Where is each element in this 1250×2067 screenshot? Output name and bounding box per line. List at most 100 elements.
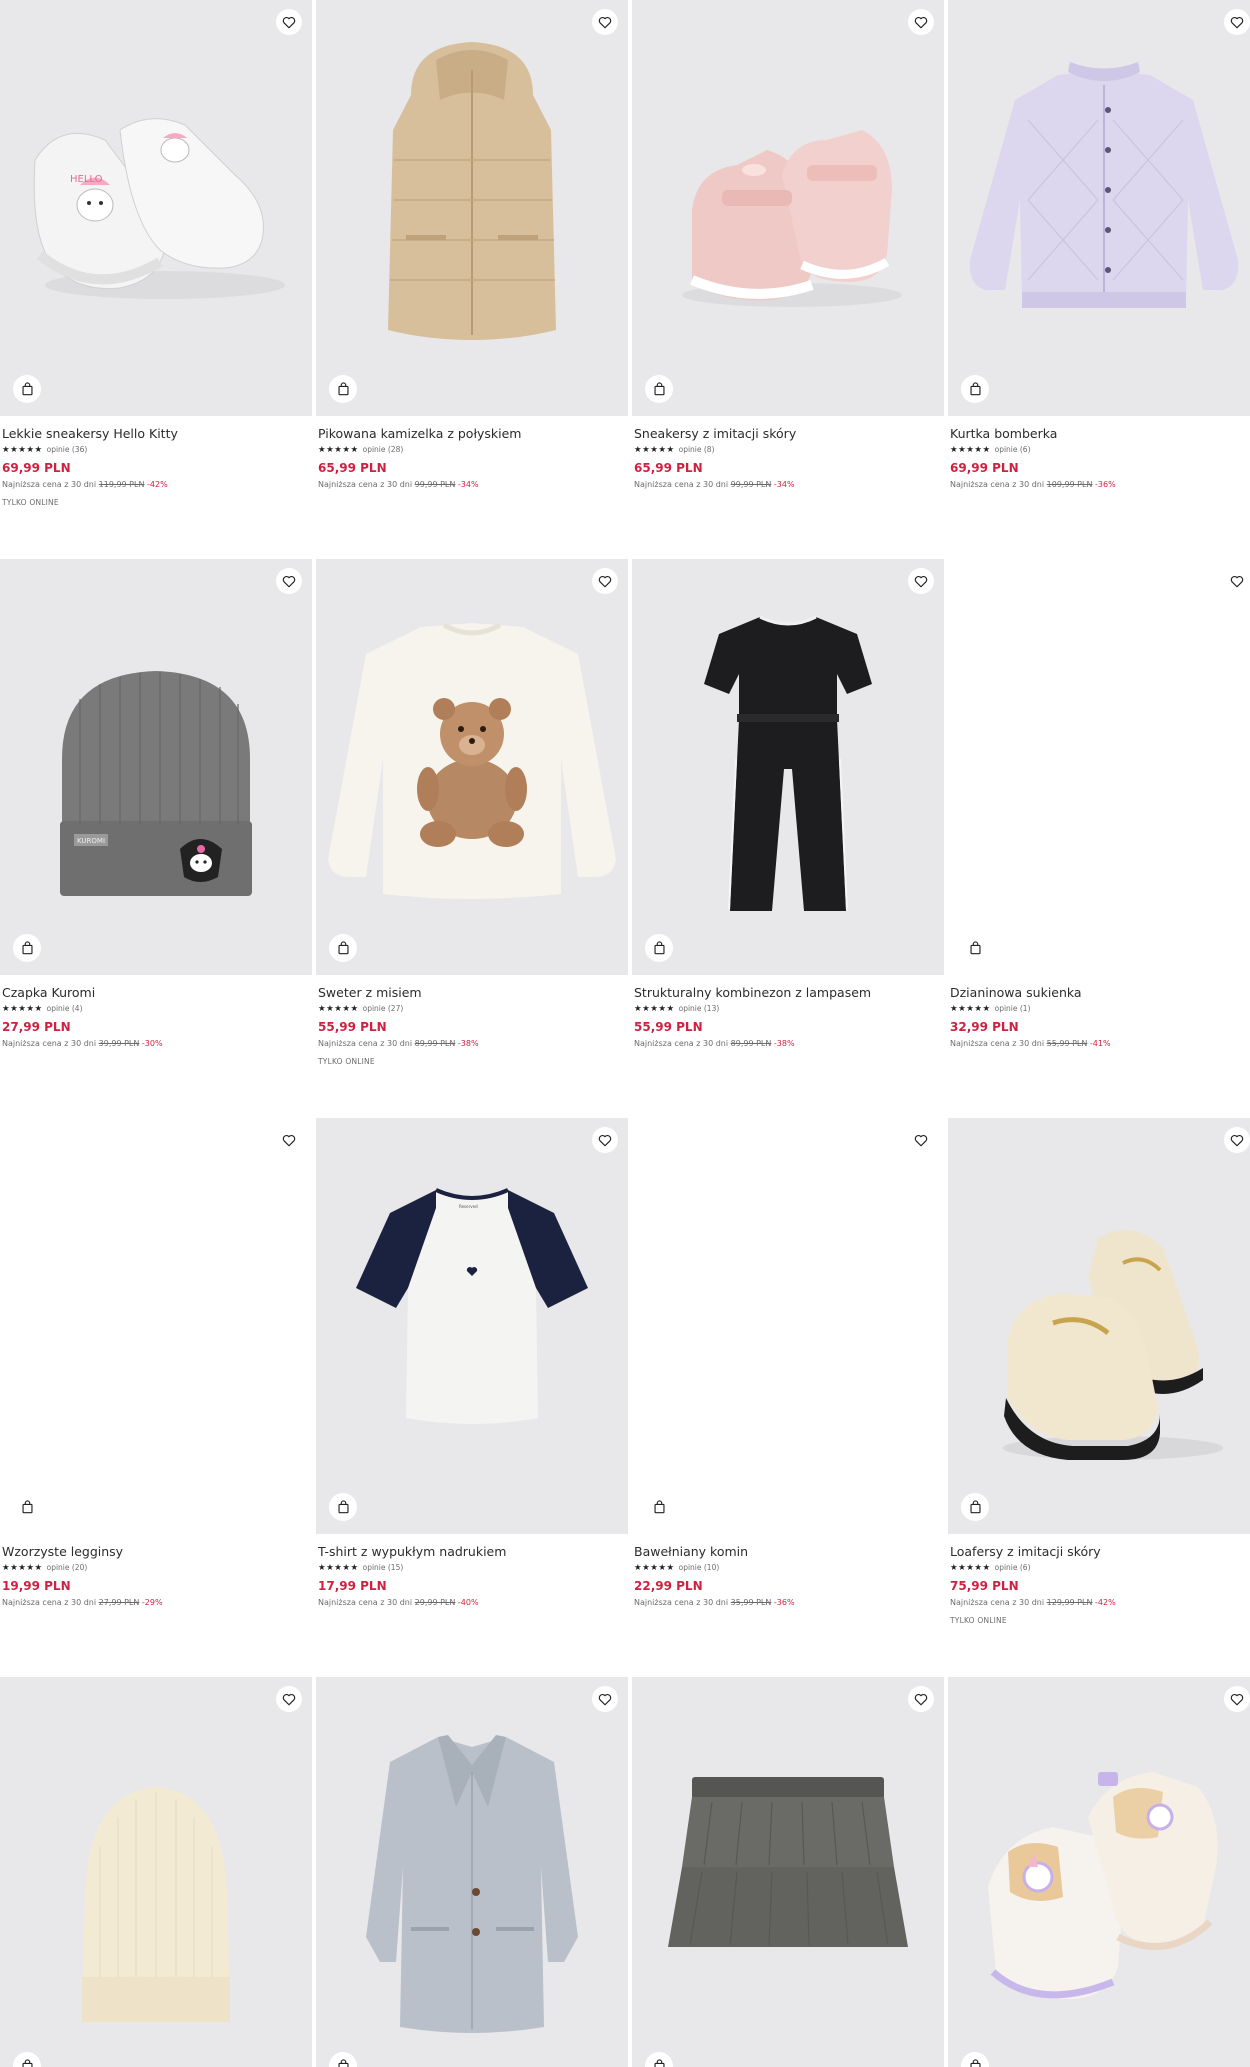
product-name[interactable]: Wzorzyste legginsy (2, 1544, 312, 1560)
product-image[interactable] (632, 0, 944, 416)
add-to-cart-button[interactable] (645, 1493, 673, 1521)
product-name[interactable]: Czapka Kuromi (2, 985, 312, 1001)
add-to-wishlist-button[interactable] (592, 1686, 618, 1712)
product-photo-teddy-sweater (328, 622, 616, 899)
add-to-wishlist-button[interactable] (1224, 1686, 1250, 1712)
add-to-wishlist-button[interactable] (908, 1127, 934, 1153)
add-to-cart-button[interactable] (329, 375, 357, 403)
add-to-cart-button[interactable] (329, 1493, 357, 1521)
review-count[interactable]: opinie (4) (47, 1004, 83, 1014)
current-price: 17,99 PLN (318, 1579, 387, 1593)
add-to-wishlist-button[interactable] (276, 9, 302, 35)
product-photo-grey-coat (366, 1735, 578, 2033)
product-image[interactable]: HELLO (0, 0, 312, 416)
review-count[interactable]: opinie (15) (363, 1563, 404, 1573)
add-to-cart-button[interactable] (961, 934, 989, 962)
product-image[interactable] (948, 559, 1250, 975)
product-rating: ★★★★★ opinie (13) (634, 1004, 944, 1014)
product-image[interactable]: KUROMI (0, 559, 312, 975)
product-photo-cream-beanie (82, 1787, 230, 2022)
review-count[interactable]: opinie (6) (995, 445, 1031, 455)
add-to-wishlist-button[interactable] (592, 568, 618, 594)
product-image[interactable] (316, 0, 628, 416)
review-count[interactable]: opinie (27) (363, 1004, 404, 1014)
old-price: 99,99 PLN (414, 480, 456, 489)
product-card[interactable]: Bawełniany komin ★★★★★ opinie (10) 22,99… (632, 1118, 944, 1608)
product-name[interactable]: Kurtka bomberka (950, 426, 1250, 442)
product-image[interactable] (948, 0, 1250, 416)
review-count[interactable]: opinie (8) (679, 445, 715, 455)
product-card[interactable]: HELLO Lekkie sneakersy Hello Kitty ★★★★★… (0, 0, 312, 507)
product-card[interactable]: KUROMI Czapka Kuromi ★★★★★ opinie (4) 27… (0, 559, 312, 1049)
product-image[interactable] (632, 559, 944, 975)
review-count[interactable]: opinie (6) (995, 1563, 1031, 1573)
add-to-cart-button[interactable] (645, 934, 673, 962)
current-price: 55,99 PLN (634, 1020, 703, 1034)
product-rating: ★★★★★ opinie (20) (2, 1563, 312, 1573)
product-name[interactable]: Pikowana kamizelka z połyskiem (318, 426, 628, 442)
product-image[interactable] (948, 1118, 1250, 1534)
review-count[interactable]: opinie (10) (679, 1563, 720, 1573)
review-count[interactable]: opinie (20) (47, 1563, 88, 1573)
add-to-cart-button[interactable] (961, 1493, 989, 1521)
add-to-wishlist-button[interactable] (908, 1686, 934, 1712)
shopping-bag-icon (21, 941, 33, 955)
add-to-cart-button[interactable] (329, 934, 357, 962)
add-to-wishlist-button[interactable] (276, 1127, 302, 1153)
product-card[interactable]: Loafersy z imitacji skóry ★★★★★ opinie (… (948, 1118, 1250, 1625)
add-to-wishlist-button[interactable] (592, 1127, 618, 1153)
product-card[interactable]: Dzianinowa sukienka ★★★★★ opinie (1) 32,… (948, 559, 1250, 1049)
product-image[interactable] (0, 1118, 312, 1534)
product-card[interactable] (948, 1677, 1250, 2067)
product-image[interactable] (316, 559, 628, 975)
heart-outline-icon (598, 1693, 612, 1705)
product-card[interactable]: Pikowana kamizelka z połyskiem ★★★★★ opi… (316, 0, 628, 490)
add-to-wishlist-button[interactable] (592, 9, 618, 35)
heart-outline-icon (1230, 1693, 1244, 1705)
product-card[interactable] (316, 1677, 628, 2067)
product-image[interactable] (948, 1677, 1250, 2067)
product-name[interactable]: Strukturalny kombinezon z lampasem (634, 985, 944, 1001)
add-to-wishlist-button[interactable] (1224, 568, 1250, 594)
add-to-cart-button[interactable] (13, 375, 41, 403)
add-to-wishlist-button[interactable] (276, 1686, 302, 1712)
product-name[interactable]: T-shirt z wypukłym nadrukiem (318, 1544, 628, 1560)
product-image[interactable] (632, 1118, 944, 1534)
product-name[interactable]: Sneakersy z imitacji skóry (634, 426, 944, 442)
add-to-wishlist-button[interactable] (276, 568, 302, 594)
current-price: 32,99 PLN (950, 1020, 1019, 1034)
product-name[interactable]: Dzianinowa sukienka (950, 985, 1250, 1001)
add-to-wishlist-button[interactable] (908, 9, 934, 35)
old-price: 29,99 PLN (414, 1598, 456, 1607)
add-to-wishlist-button[interactable] (908, 568, 934, 594)
product-card[interactable]: Reserved T-shirt z wypukłym nadrukiem ★★… (316, 1118, 628, 1608)
rating-stars: ★★★★★ (2, 1004, 43, 1014)
product-name[interactable]: Sweter z misiem (318, 985, 628, 1001)
review-count[interactable]: opinie (1) (995, 1004, 1031, 1014)
product-card[interactable]: Strukturalny kombinezon z lampasem ★★★★★… (632, 559, 944, 1049)
review-count[interactable]: opinie (28) (363, 445, 404, 455)
product-card[interactable] (632, 1677, 944, 2067)
product-image[interactable] (632, 1677, 944, 2067)
product-name[interactable]: Bawełniany komin (634, 1544, 944, 1560)
product-image[interactable] (316, 1677, 628, 2067)
product-card[interactable]: Wzorzyste legginsy ★★★★★ opinie (20) 19,… (0, 1118, 312, 1608)
product-image[interactable]: Reserved (316, 1118, 628, 1534)
product-card[interactable]: Sneakersy z imitacji skóry ★★★★★ opinie … (632, 0, 944, 490)
product-card[interactable]: Sweter z misiem ★★★★★ opinie (27) 55,99 … (316, 559, 628, 1066)
product-card[interactable]: Kurtka bomberka ★★★★★ opinie (6) 69,99 P… (948, 0, 1250, 490)
add-to-cart-button[interactable] (13, 1493, 41, 1521)
lowest-price-info: Najniższa cena z 30 dni 35,99 PLN -36% (634, 1598, 944, 1608)
review-count[interactable]: opinie (13) (679, 1004, 720, 1014)
product-card[interactable] (0, 1677, 312, 2067)
product-name[interactable]: Loafersy z imitacji skóry (950, 1544, 1250, 1560)
add-to-cart-button[interactable] (961, 375, 989, 403)
product-name[interactable]: Lekkie sneakersy Hello Kitty (2, 426, 312, 442)
add-to-wishlist-button[interactable] (1224, 9, 1250, 35)
add-to-cart-button[interactable] (645, 375, 673, 403)
add-to-cart-button[interactable] (13, 934, 41, 962)
product-image[interactable] (0, 1677, 312, 2067)
review-count[interactable]: opinie (36) (47, 445, 88, 455)
discount-badge: -36% (1095, 480, 1116, 489)
add-to-wishlist-button[interactable] (1224, 1127, 1250, 1153)
